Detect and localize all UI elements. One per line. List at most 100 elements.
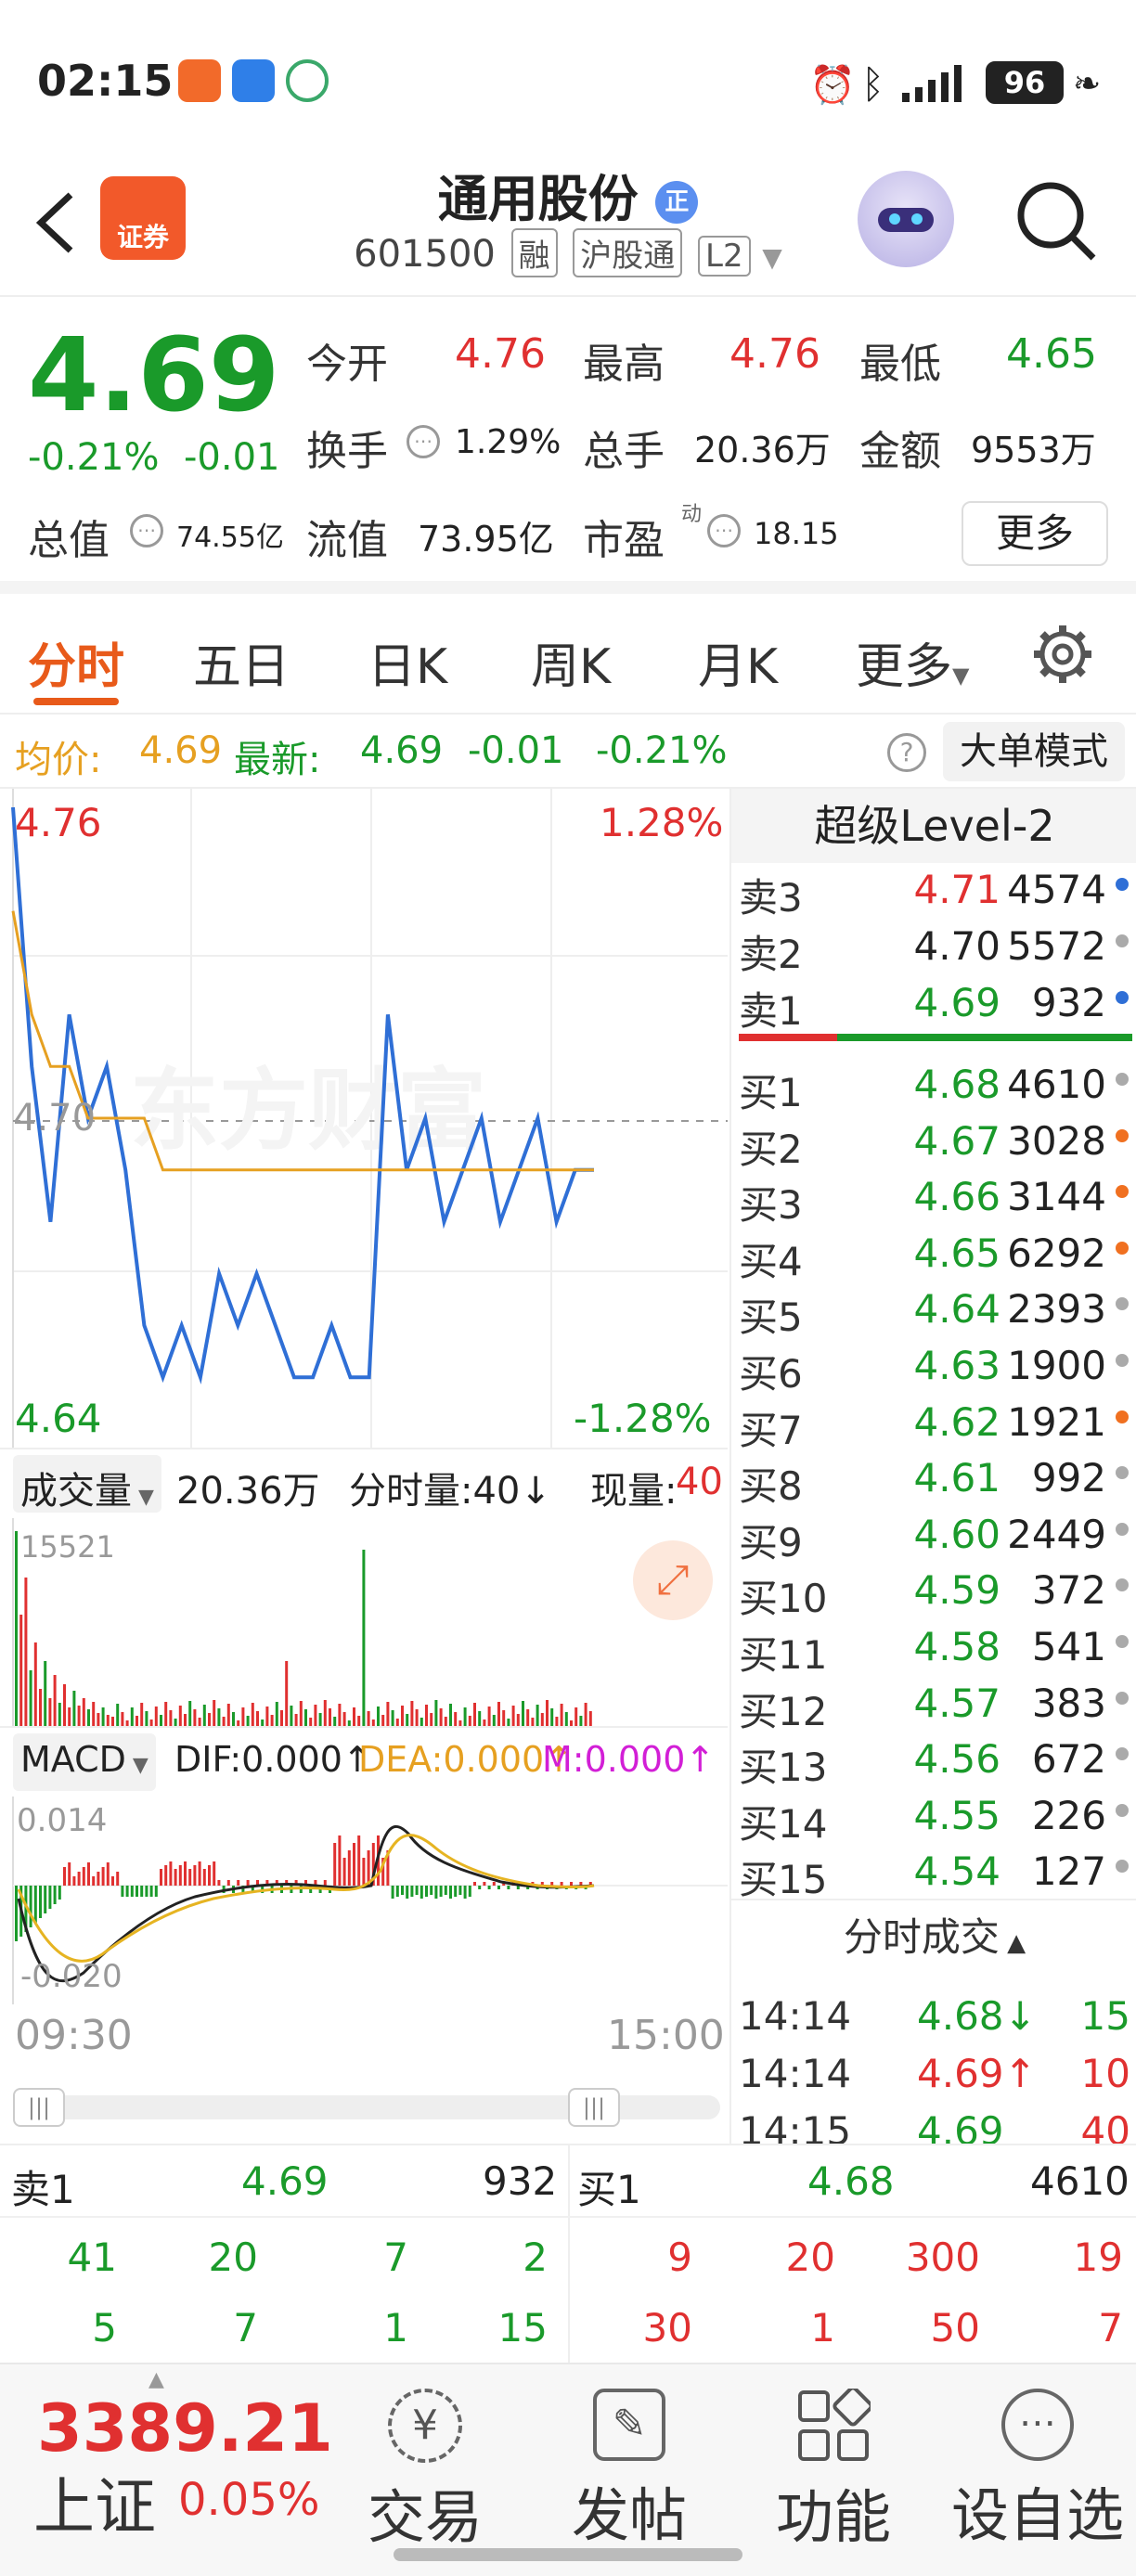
level-volume: 6292 [1007, 1230, 1106, 1276]
robot-assistant-icon[interactable] [858, 171, 954, 267]
tab-weekly-k[interactable]: 周K [531, 627, 611, 697]
slider-right-handle[interactable]: ||| [568, 2088, 620, 2127]
queue-order-cell: 19 [1073, 2235, 1123, 2280]
macd-bottom-label: -0.020 [20, 1958, 123, 1995]
info-icon[interactable]: ⋯ [707, 514, 741, 547]
edit-icon: ✎ [593, 2389, 665, 2461]
volume-bar [202, 1705, 206, 1726]
volume-bar [536, 1705, 539, 1726]
buy-level-row[interactable]: 买5 4.64 2393 [731, 1279, 1136, 1340]
bottom-buy-volume: 4610 [1030, 2158, 1130, 2204]
macd-bar [463, 1886, 467, 1899]
level-volume: 226 [1031, 1792, 1106, 1838]
sell-level-row[interactable]: 卖1 4.69 932 [731, 972, 1136, 1034]
tab-intraday[interactable]: 分时 [28, 627, 124, 697]
expand-chart-button[interactable]: ⤢ [633, 1540, 713, 1620]
index-ticker[interactable]: ▲ 3389.21 上证 0.05% [0, 2364, 353, 2576]
volume-bar [473, 1703, 476, 1726]
macd-bar [347, 1850, 351, 1886]
help-icon[interactable]: ? [887, 733, 926, 772]
volume-bar [406, 1714, 409, 1726]
slider-left-handle[interactable]: ||| [13, 2088, 65, 2127]
caret-down-icon: ▼ [132, 1486, 154, 1509]
nav-functions[interactable]: 功能 [741, 2389, 926, 2554]
macd-bar [202, 1869, 206, 1886]
volume-bar [136, 1716, 138, 1726]
macd-m: M:0.000↑ [542, 1739, 716, 1780]
tab-five-day[interactable]: 五日 [193, 627, 290, 697]
volume-bar [415, 1709, 419, 1726]
macd-bar [130, 1886, 134, 1897]
volume-bar [188, 1701, 192, 1726]
macd-bar [473, 1882, 476, 1886]
macd-bar [415, 1886, 419, 1895]
volume-bar [329, 1708, 331, 1726]
volume-bar [386, 1702, 390, 1726]
mktcap-value: 74.55亿 [176, 522, 284, 554]
buy-level-row[interactable]: 买2 4.67 3028 [731, 1111, 1136, 1172]
volume-bar [87, 1709, 90, 1726]
macd-selector[interactable]: MACD ▼ [13, 1733, 156, 1791]
nav-trade[interactable]: ¥ 交易 [332, 2389, 518, 2554]
macd-bar [468, 1886, 471, 1897]
bluetooth-icon: ᛒ [861, 61, 885, 107]
info-icon[interactable]: ⋯ [407, 425, 440, 458]
info-icon[interactable]: ⋯ [130, 514, 163, 547]
big-order-mode-button[interactable]: 大单模式 [943, 722, 1125, 781]
level-volume: 3028 [1007, 1117, 1106, 1164]
macd-bar [338, 1835, 342, 1886]
buy-level-row[interactable]: 买8 4.61 992 [731, 1448, 1136, 1509]
buy-level-row[interactable]: 买11 4.58 541 [731, 1616, 1136, 1678]
nav-post[interactable]: ✎ 发帖 [536, 2389, 722, 2552]
sell-level-row[interactable]: 卖2 4.70 5572 [731, 916, 1136, 977]
level-price: 4.62 [913, 1398, 1000, 1445]
buy-level-row[interactable]: 买10 4.59 372 [731, 1560, 1136, 1621]
buy-level-row[interactable]: 买14 4.55 226 [731, 1785, 1136, 1847]
order-dot-icon [1116, 1466, 1129, 1480]
settings-button[interactable] [1030, 622, 1095, 690]
macd-bar [63, 1867, 66, 1886]
buy-level-row[interactable]: 买4 4.65 6292 [731, 1223, 1136, 1284]
search-button[interactable] [1012, 176, 1101, 265]
tab-daily-k[interactable]: 日K [368, 627, 447, 697]
buy-level-row[interactable]: 买15 4.54 127 [731, 1841, 1136, 1902]
buy-level-row[interactable]: 买1 4.68 4610 [731, 1054, 1136, 1115]
more-button[interactable]: 更多 [962, 501, 1108, 566]
tab-more[interactable]: 更多▼ [856, 627, 969, 697]
order-dot-icon [1116, 1522, 1129, 1536]
buy-level-row[interactable]: 买9 4.60 2449 [731, 1504, 1136, 1565]
nav-add-watchlist[interactable]: ⋯ 设自选 [945, 2389, 1130, 2552]
macd-bar [342, 1858, 346, 1886]
volume-bar [463, 1707, 467, 1726]
volume-bar [198, 1718, 201, 1726]
order-book: 超级Level-2 卖3 4.71 4574 卖2 4.70 5572 卖1 4.69 932 … [729, 789, 1136, 2154]
volume-bar [232, 1712, 235, 1726]
macd-bar [58, 1886, 61, 1900]
buy-level-row[interactable]: 买7 4.62 1921 [731, 1392, 1136, 1453]
macd-bar [72, 1876, 76, 1886]
volume-bar [497, 1702, 500, 1726]
macd-bar [33, 1886, 37, 1923]
trades-header[interactable]: 分时成交 ▲ [731, 1899, 1136, 1973]
buy-level-row[interactable]: 买13 4.56 672 [731, 1729, 1136, 1790]
stock-code-row[interactable]: 601500 融 沪股通 L2 ▼ [0, 228, 1136, 277]
macd-bar [333, 1843, 337, 1886]
volume-bar [362, 1550, 366, 1726]
level-price: 4.59 [913, 1567, 1000, 1614]
sell-level-row[interactable]: 卖3 4.71 4574 [731, 859, 1136, 921]
macd-bar [169, 1861, 173, 1886]
buy-level-row[interactable]: 买6 4.63 1900 [731, 1335, 1136, 1397]
order-dot-icon [1116, 991, 1129, 1004]
trade-volume: 10 [1080, 2051, 1130, 2096]
buy-level-row[interactable]: 买3 4.66 3144 [731, 1166, 1136, 1228]
order-dot-icon [1116, 1185, 1129, 1199]
tab-monthly-k[interactable]: 月K [698, 627, 778, 697]
buy-level-row[interactable]: 买12 4.57 383 [731, 1673, 1136, 1734]
price-chart[interactable]: 东方财富 [0, 789, 728, 1448]
volume-bar [145, 1711, 148, 1726]
volume-selector[interactable]: 成交量 ▼ [13, 1455, 161, 1513]
volume-bar [193, 1709, 197, 1726]
chat-notification-icon [232, 59, 275, 102]
macd-bar [77, 1872, 81, 1886]
volume-bar [275, 1702, 278, 1726]
